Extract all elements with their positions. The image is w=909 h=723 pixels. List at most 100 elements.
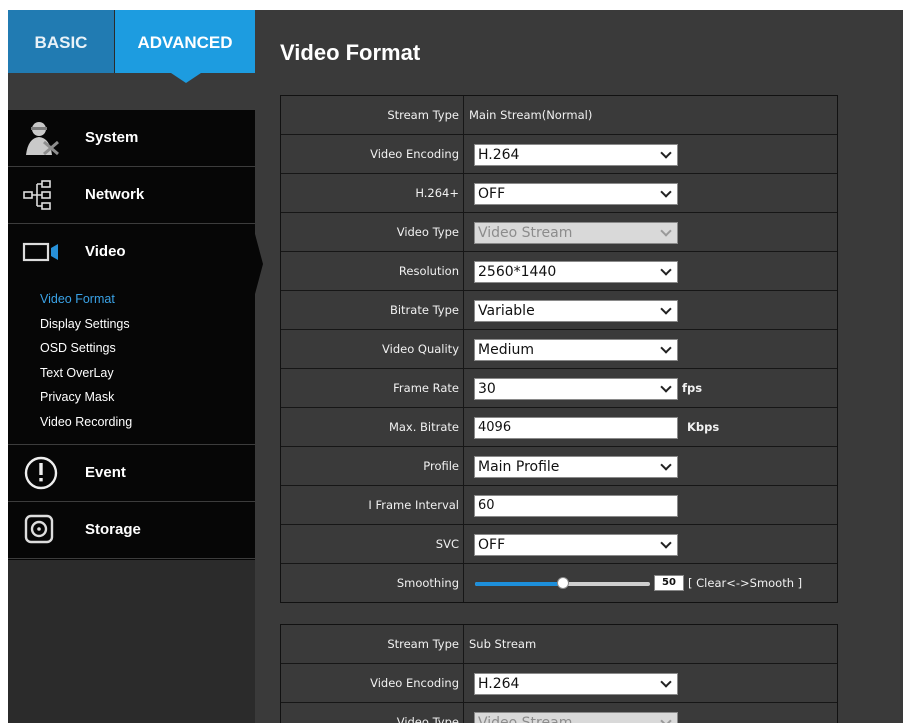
chevron-down-icon [660,381,672,393]
sidebar-item-label: Storage [85,521,141,538]
field-label: Resolution [281,252,464,290]
video-quality-select[interactable]: Medium [474,339,678,361]
resolution-select[interactable]: 2560*1440 [474,261,678,283]
field-label: I Frame Interval [281,486,464,524]
sidebar-footer [8,560,255,723]
smoothing-row: Smoothing 50 [ Clear<->Smooth ] [281,564,837,602]
tab-advanced[interactable]: ADVANCED [115,10,255,73]
select-value: H.264 [478,147,520,163]
select-value: Video Stream [478,715,573,723]
select-value: H.264 [478,676,520,692]
submenu-privacy-mask[interactable]: Privacy Mask [40,385,132,410]
video-type-select: Video Stream [474,712,678,723]
page-title: Video Format [280,40,421,65]
video-encoding-row: Video Encoding H.264 [281,135,837,174]
chevron-down-icon [660,715,672,723]
video-type-select: Video Stream [474,222,678,244]
stream-type-value: Main Stream(Normal) [469,108,593,122]
chevron-down-icon [660,186,672,198]
sidebar-item-label: Network [85,186,145,203]
select-value: Main Profile [478,459,560,475]
sidebar-item-storage[interactable]: Storage [8,502,255,559]
submenu-text-overlay[interactable]: Text OverLay [40,361,132,386]
field-label: Stream Type [281,625,464,663]
field-label: Video Type [281,703,464,723]
field-label: Bitrate Type [281,291,464,329]
field-label: Video Encoding [281,664,464,702]
chevron-down-icon [660,676,672,688]
frame-rate-row: Frame Rate 30 fps [281,369,837,408]
network-icon [22,177,62,213]
smoothing-slider[interactable] [475,577,650,589]
stream-type-value: Sub Stream [469,637,537,651]
storage-disk-icon [22,512,62,548]
svc-row: SVC OFF [281,525,837,564]
mode-tabs: BASIC ADVANCED [8,10,255,73]
chevron-down-icon [660,459,672,471]
sidebar: BASIC ADVANCED System Network Video Even… [8,10,263,723]
chevron-down-icon [660,264,672,276]
h264plus-row: H.264+ OFF [281,174,837,213]
svc-select[interactable]: OFF [474,534,678,556]
submenu-video-format[interactable]: Video Format [40,287,132,312]
smoothing-hint: [ Clear<->Smooth ] [688,576,803,590]
h264plus-select[interactable]: OFF [474,183,678,205]
field-label: Stream Type [281,96,464,134]
field-label: Frame Rate [281,369,464,407]
stream-type-row: Stream Type Sub Stream [281,625,837,664]
sidebar-item-system[interactable]: System [8,110,255,167]
field-label: Smoothing [281,564,464,602]
video-type-row: Video Type Video Stream [281,213,837,252]
system-icon [22,120,62,156]
smoothing-value: 50 [654,575,684,591]
sidebar-item-label: Event [85,464,126,481]
select-value: Variable [478,303,535,319]
video-encoding-select[interactable]: H.264 [474,144,678,166]
frame-rate-unit: fps [682,381,703,395]
submenu-video-recording[interactable]: Video Recording [40,410,132,435]
video-quality-row: Video Quality Medium [281,330,837,369]
video-type-row: Video Type Video Stream [281,703,837,723]
video-encoding-row: Video Encoding H.264 [281,664,837,703]
iframe-interval-row: I Frame Interval 60 [281,486,837,525]
chevron-down-icon [660,147,672,159]
sidebar-item-network[interactable]: Network [8,167,255,224]
chevron-down-icon [660,303,672,315]
active-tab-pointer [171,73,201,83]
field-label: Profile [281,447,464,485]
bitrate-type-row: Bitrate Type Variable [281,291,837,330]
video-camera-icon [22,234,62,270]
field-label: H.264+ [281,174,464,212]
sidebar-item-label: Video [85,243,126,260]
sidebar-spacer [8,73,255,110]
select-value: 2560*1440 [478,264,557,280]
sidebar-item-event[interactable]: Event [8,445,255,502]
app-frame: BASIC ADVANCED System Network Video Even… [8,10,903,723]
chevron-down-icon [660,342,672,354]
submenu-display-settings[interactable]: Display Settings [40,312,132,337]
exclamation-icon [22,455,62,491]
iframe-interval-input[interactable]: 60 [474,495,678,517]
select-value: OFF [478,537,506,553]
max-bitrate-unit: Kbps [687,420,720,434]
chevron-down-icon [660,225,672,237]
video-encoding-select[interactable]: H.264 [474,673,678,695]
field-label: Video Encoding [281,135,464,173]
select-value: 30 [478,381,496,397]
select-value: Video Stream [478,225,573,241]
field-label: Max. Bitrate [281,408,464,446]
profile-select[interactable]: Main Profile [474,456,678,478]
tab-basic[interactable]: BASIC [8,10,114,73]
stream-type-row: Stream Type Main Stream(Normal) [281,96,837,135]
chevron-down-icon [660,537,672,549]
smoothing-slider-handle[interactable] [556,577,569,589]
select-value: Medium [478,342,534,358]
main-stream-table: Stream Type Main Stream(Normal) Video En… [280,95,838,603]
submenu-osd-settings[interactable]: OSD Settings [40,336,132,361]
frame-rate-select[interactable]: 30 [474,378,678,400]
profile-row: Profile Main Profile [281,447,837,486]
max-bitrate-input[interactable]: 4096 [474,417,678,439]
smoothing-slider-fill [475,582,563,586]
video-submenu: Video Format Display Settings OSD Settin… [40,287,132,434]
bitrate-type-select[interactable]: Variable [474,300,678,322]
